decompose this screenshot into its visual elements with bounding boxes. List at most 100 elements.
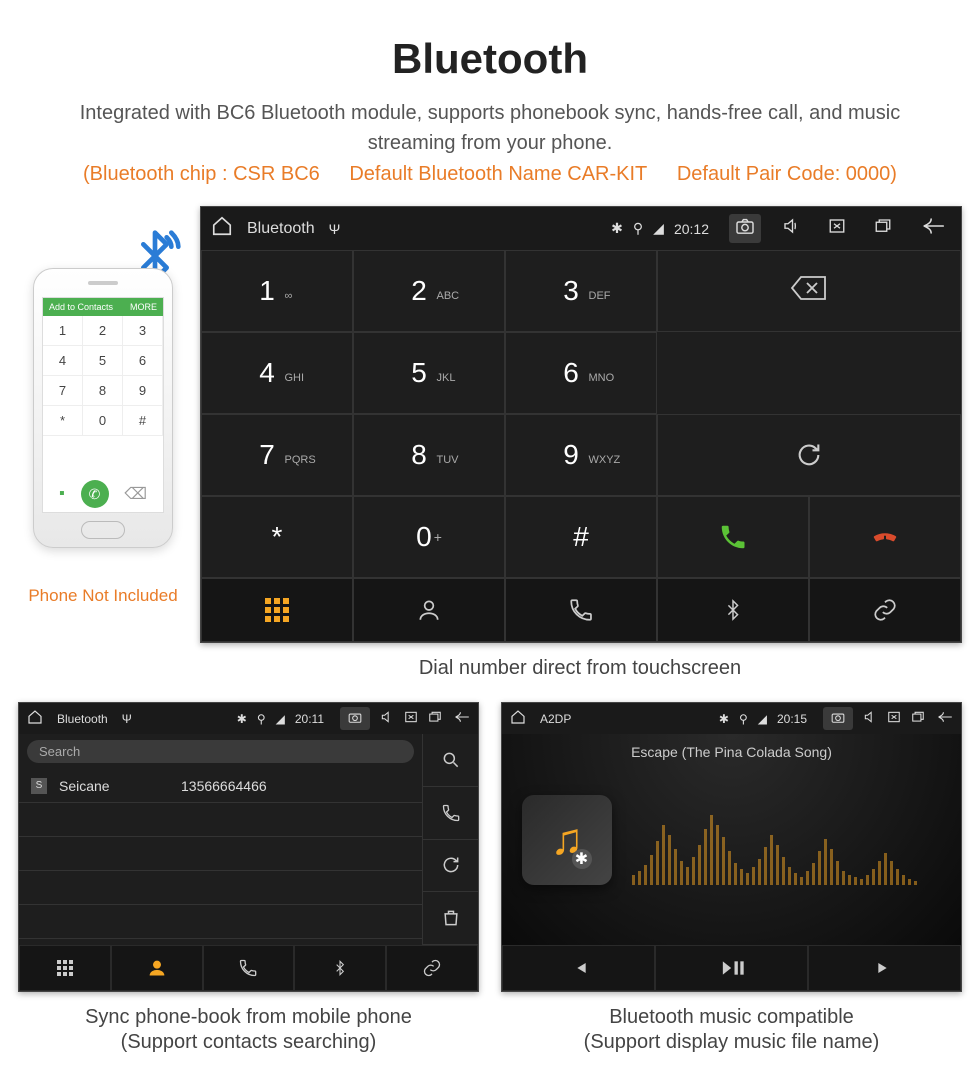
- page-specs: (Bluetooth chip : CSR BC6 Default Blueto…: [0, 163, 980, 206]
- back-icon[interactable]: [452, 710, 470, 727]
- music-controls: [502, 945, 961, 991]
- camera-icon[interactable]: [823, 707, 853, 730]
- bluetooth-badge-icon: ✱: [572, 849, 592, 869]
- bottom-nav: [201, 578, 961, 642]
- nav-recent[interactable]: [203, 945, 295, 991]
- contacts-list: Search S Seicane 13566664466: [19, 734, 422, 945]
- home-icon[interactable]: [27, 709, 43, 728]
- contact-number: 13566664466: [181, 778, 267, 794]
- home-icon[interactable]: [510, 709, 526, 728]
- nav-recent[interactable]: [505, 578, 657, 642]
- phone-keypad: 123 456 789 *0#: [43, 316, 163, 436]
- usb-icon: Ψ: [122, 712, 132, 726]
- key-star[interactable]: *: [201, 496, 353, 578]
- page-title: Bluetooth: [0, 0, 980, 83]
- status-time: 20:15: [777, 712, 807, 726]
- dialer-caption: Dial number direct from touchscreen: [0, 657, 980, 680]
- music-panel: A2DP ✱ ⚲ ◢ 20:15 Escape (The Pina Cola: [501, 702, 962, 992]
- side-reload[interactable]: [423, 840, 478, 893]
- phone-caption: Phone Not Included: [18, 586, 188, 606]
- recent-apps-icon[interactable]: [911, 710, 925, 727]
- contact-row[interactable]: S Seicane 13566664466: [19, 769, 422, 803]
- key-9[interactable]: 9WXYZ: [505, 414, 657, 496]
- key-0[interactable]: 0+: [353, 496, 505, 578]
- phone-illustration: Add to Contacts MORE 123 456 789 *0# ▪ ✆…: [33, 268, 173, 568]
- key-4[interactable]: 4GHI: [201, 332, 353, 414]
- backspace-icon: [789, 274, 829, 309]
- contacts-nav: [19, 945, 478, 991]
- camera-icon[interactable]: [340, 707, 370, 730]
- key-6[interactable]: 6MNO: [505, 332, 657, 414]
- key-3[interactable]: 3DEF: [505, 250, 657, 332]
- backspace-key[interactable]: [657, 250, 961, 332]
- play-pause-button[interactable]: [655, 945, 808, 991]
- nav-link[interactable]: [386, 945, 478, 991]
- side-delete[interactable]: [423, 892, 478, 945]
- status-time: 20:12: [674, 221, 709, 237]
- side-call[interactable]: [423, 787, 478, 840]
- spec-pair: Default Pair Code: 0000): [677, 163, 897, 185]
- music-caption-1: Bluetooth music compatible: [501, 1006, 962, 1029]
- music-status-bar: A2DP ✱ ⚲ ◢ 20:15: [502, 703, 961, 734]
- close-box-icon[interactable]: [404, 710, 418, 727]
- dialer-panel: Bluetooth Ψ ✱ ⚲ ◢ 20:12: [200, 206, 962, 643]
- dialpad-icon: [265, 598, 289, 622]
- back-icon[interactable]: [913, 213, 951, 244]
- close-box-icon[interactable]: [821, 213, 853, 244]
- reload-key[interactable]: [657, 414, 961, 496]
- nav-contacts[interactable]: [111, 945, 203, 991]
- call-answer-key[interactable]: [657, 496, 809, 578]
- key-hash[interactable]: #: [505, 496, 657, 578]
- camera-icon[interactable]: [729, 214, 761, 243]
- volume-icon[interactable]: [775, 213, 807, 244]
- contacts-sidebar: [422, 734, 478, 945]
- location-icon: ⚲: [739, 712, 748, 726]
- volume-icon[interactable]: [863, 710, 877, 727]
- location-icon: ⚲: [257, 712, 266, 726]
- bluetooth-icon: ✱: [611, 220, 623, 237]
- key-7[interactable]: 7PQRS: [201, 414, 353, 496]
- key-1[interactable]: 1∞: [201, 250, 353, 332]
- close-box-icon[interactable]: [887, 710, 901, 727]
- side-search[interactable]: [423, 734, 478, 787]
- status-time: 20:11: [295, 712, 324, 726]
- call-end-key[interactable]: [809, 496, 961, 578]
- nav-dialpad[interactable]: [201, 578, 353, 642]
- recent-apps-icon[interactable]: [867, 213, 899, 244]
- status-app-name: Bluetooth: [57, 712, 108, 726]
- nav-dialpad[interactable]: [19, 945, 111, 991]
- wifi-icon: ◢: [758, 712, 767, 726]
- album-art: ♫✱: [522, 795, 612, 885]
- keypad: 1∞ 2ABC 3DEF 4GHI 5JKL 6MNO 7PQRS 8TUV 9…: [201, 250, 961, 578]
- nav-bluetooth[interactable]: [294, 945, 386, 991]
- status-app-name: Bluetooth: [247, 220, 315, 238]
- nav-contacts[interactable]: [353, 578, 505, 642]
- phone-mockup: Add to Contacts MORE 123 456 789 *0# ▪ ✆…: [33, 268, 173, 548]
- prev-track-button[interactable]: [502, 945, 655, 991]
- track-title: Escape (The Pina Colada Song): [502, 744, 961, 760]
- key-2[interactable]: 2ABC: [353, 250, 505, 332]
- spec-name: Default Bluetooth Name CAR-KIT: [349, 163, 647, 185]
- search-input[interactable]: Search: [27, 740, 414, 763]
- bluetooth-icon: ✱: [237, 712, 247, 726]
- nav-link[interactable]: [809, 578, 961, 642]
- key-5[interactable]: 5JKL: [353, 332, 505, 414]
- visualizer: [632, 795, 941, 885]
- key-8[interactable]: 8TUV: [353, 414, 505, 496]
- nav-bluetooth[interactable]: [657, 578, 809, 642]
- next-track-button[interactable]: [808, 945, 961, 991]
- contacts-caption-1: Sync phone-book from mobile phone: [18, 1006, 479, 1029]
- wifi-icon: ◢: [276, 712, 285, 726]
- contact-name: Seicane: [59, 778, 169, 794]
- location-icon: ⚲: [633, 220, 643, 237]
- music-note-icon: ♫✱: [551, 815, 584, 865]
- back-icon[interactable]: [935, 710, 953, 727]
- volume-icon[interactable]: [380, 710, 394, 727]
- recent-apps-icon[interactable]: [428, 710, 442, 727]
- contacts-caption-2: (Support contacts searching): [18, 1031, 479, 1054]
- phone-header-right: MORE: [130, 302, 157, 312]
- contacts-panel: Bluetooth Ψ ✱ ⚲ ◢ 20:11: [18, 702, 479, 992]
- home-icon[interactable]: [211, 215, 233, 242]
- status-app-name: A2DP: [540, 712, 571, 726]
- dialpad-icon: [57, 960, 73, 976]
